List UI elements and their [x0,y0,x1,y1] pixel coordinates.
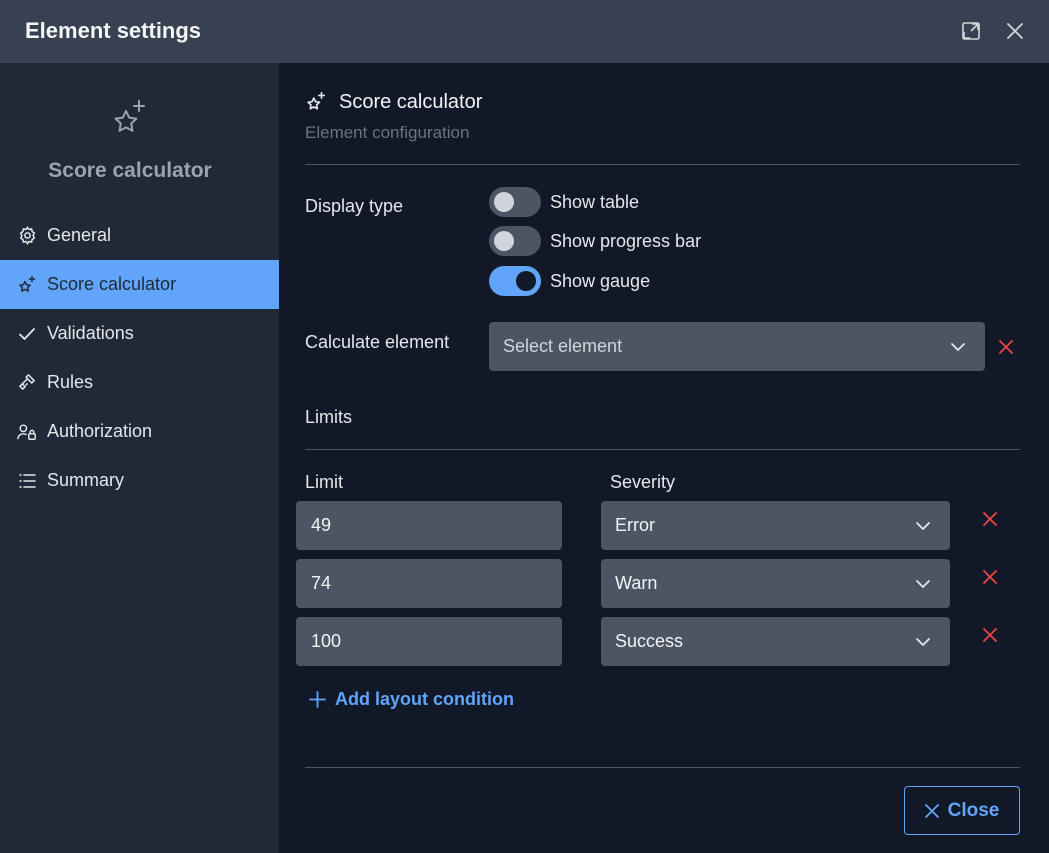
select-placeholder: Select element [503,336,623,356]
toggle-row-show-gauge: Show gauge [489,266,650,296]
dialog-title: Element settings [25,18,202,43]
select-value: Warn [615,573,658,593]
divider [305,449,1020,450]
calculate-element-label: Calculate element [305,332,450,352]
sidebar-item-label: Rules [47,372,94,392]
chevron-down-icon [916,522,930,530]
chevron-down-icon [951,343,965,351]
sidebar-item-authorization[interactable]: Authorization [0,407,279,456]
divider [305,164,1020,165]
remove-limit-button[interactable] [980,567,1000,587]
sidebar: Score calculator General Score calculato… [0,63,279,853]
sparkle-star-icon [305,91,327,113]
sidebar-hero-title: Score calculator [48,159,212,182]
chevron-down-icon [916,580,930,588]
severity-select[interactable]: Error [601,501,950,550]
limits-title: Limits [305,407,353,427]
add-layout-condition-label: Add layout condition [335,689,514,709]
toggle-row-show-progress-bar: Show progress bar [489,226,701,256]
toggle-label: Show gauge [550,270,651,291]
sidebar-item-label: General [47,225,112,245]
show-table-toggle[interactable] [489,187,541,217]
sidebar-item-label: Authorization [47,421,153,441]
add-layout-condition-button[interactable]: Add layout condition [309,689,514,710]
limit-input[interactable]: 100 [296,617,562,666]
page-subtitle: Element configuration [305,123,470,142]
show-progress-bar-toggle[interactable] [489,226,541,256]
toggle-label: Show progress bar [550,230,702,251]
remove-limit-button[interactable] [980,625,1000,645]
title-bar: Element settings [0,0,1049,63]
sidebar-item-label: Score calculator [47,274,177,294]
expand-icon[interactable] [960,20,982,42]
limit-input[interactable]: 49 [296,501,562,550]
list-icon [17,471,37,491]
clear-element-button[interactable] [996,337,1016,357]
remove-limit-button[interactable] [980,509,1000,529]
limit-input[interactable]: 74 [296,559,562,608]
show-gauge-toggle[interactable] [489,266,541,296]
sparkle-star-icon [108,97,150,139]
severity-column-header: Severity [610,472,676,492]
divider [305,767,1020,768]
sidebar-item-summary[interactable]: Summary [0,456,279,505]
severity-select[interactable]: Success [601,617,950,666]
chevron-down-icon [916,638,930,646]
calculate-element-select[interactable]: Select element [489,322,985,371]
select-value: Error [615,515,655,535]
main-panel: Score calculator Element configuration D… [279,63,1049,853]
sidebar-item-validations[interactable]: Validations [0,309,279,358]
toggle-row-show-table: Show table [489,187,639,217]
page-title: Score calculator [339,91,483,113]
close-icon[interactable] [1004,20,1026,42]
sparkle-star-icon [17,275,37,295]
sidebar-item-label: Validations [47,323,134,343]
sidebar-item-score-calculator[interactable]: Score calculator [0,260,279,309]
select-value: Success [615,631,684,651]
severity-select[interactable]: Warn [601,559,950,608]
limit-column-header: Limit [305,472,344,492]
gavel-icon [17,373,37,393]
user-lock-icon [17,422,37,442]
gear-icon [17,226,37,246]
sidebar-item-general[interactable]: General [0,211,279,260]
close-icon [924,803,939,818]
close-button[interactable]: Close [904,786,1020,835]
toggle-label: Show table [550,191,640,212]
plus-icon [309,691,326,708]
checkmark-icon [17,324,37,344]
display-type-label: Display type [305,196,404,216]
sidebar-item-label: Summary [47,470,125,490]
sidebar-item-rules[interactable]: Rules [0,358,279,407]
close-button-label: Close [947,799,1000,821]
